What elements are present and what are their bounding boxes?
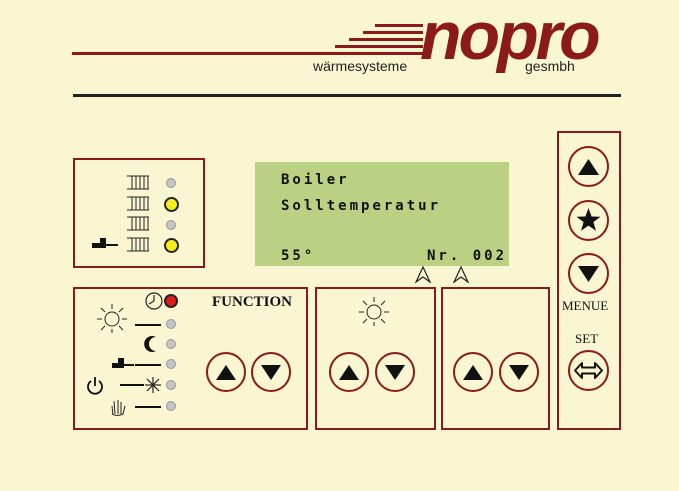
display-line-1: Boiler <box>281 172 350 188</box>
night-temp-up-button[interactable] <box>453 352 493 392</box>
status-led <box>166 178 176 188</box>
set-label: SET <box>575 331 599 346</box>
menu-up-button[interactable] <box>568 146 609 187</box>
radiator-icon <box>127 175 149 190</box>
snowflake-icon <box>145 377 161 393</box>
function-led <box>166 380 176 390</box>
radiator-icon <box>127 196 149 211</box>
function-led <box>166 401 176 411</box>
logo-underline <box>72 52 320 55</box>
favorite-button[interactable] <box>568 200 609 241</box>
menu-label: MENUE <box>562 298 609 313</box>
star-icon <box>576 208 601 231</box>
sun-icon <box>359 297 389 326</box>
power-icon <box>87 377 103 395</box>
radiator-icon <box>127 216 149 231</box>
status-led <box>164 197 179 212</box>
function-label: FUNCTION <box>212 294 293 310</box>
hand-icon <box>111 400 126 416</box>
cursor-arrow-icon <box>453 266 469 284</box>
double-arrow-icon <box>574 362 603 379</box>
function-up-button[interactable] <box>206 352 246 392</box>
brand-subtitle-right: gesmbh <box>525 58 575 74</box>
cursor-arrow-icon <box>415 266 431 284</box>
function-led <box>166 359 176 369</box>
brand-subtitle-left: wärmesysteme <box>313 58 408 74</box>
sun-icon <box>97 304 127 333</box>
lcd-display: Boiler Solltemperatur 55° Nr. 002 <box>255 162 509 266</box>
function-led-clock <box>164 294 178 308</box>
moon-icon <box>144 336 156 352</box>
moon-icon <box>489 298 503 324</box>
logo-speed-lines <box>319 24 423 55</box>
display-program: Nr. 002 <box>427 248 508 264</box>
function-led <box>166 319 176 329</box>
function-led <box>166 339 176 349</box>
connector-line <box>135 364 161 366</box>
connector-line <box>135 406 161 408</box>
header-divider <box>73 94 621 97</box>
day-temp-up-button[interactable] <box>329 352 369 392</box>
connector-line <box>120 384 144 386</box>
display-line-2: Solltemperatur <box>281 198 442 214</box>
day-temp-down-button[interactable] <box>375 352 415 392</box>
night-temp-down-button[interactable] <box>499 352 539 392</box>
display-temperature: 55° <box>281 248 316 264</box>
clock-icon <box>145 292 163 310</box>
status-led <box>166 220 176 230</box>
tap-icon <box>92 238 118 248</box>
radiator-icon <box>127 237 149 252</box>
function-down-button[interactable] <box>251 352 291 392</box>
set-button[interactable] <box>568 350 609 391</box>
connector-line <box>135 324 161 326</box>
status-led <box>164 238 179 253</box>
menu-down-button[interactable] <box>568 253 609 294</box>
